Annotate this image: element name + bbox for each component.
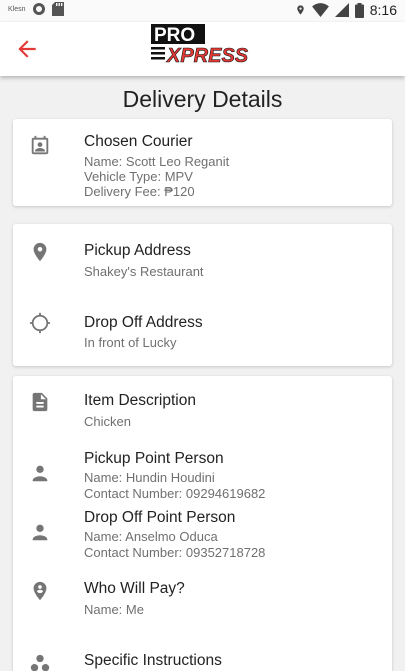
- arrow-left-icon[interactable]: [14, 36, 40, 62]
- document-icon: [32, 392, 48, 412]
- logo-pro-text: PRO: [154, 25, 195, 46]
- courier-vehicle: Vehicle Type: MPV: [84, 169, 193, 184]
- circle-icon: [32, 3, 45, 15]
- dropoff-person-name: Name: Anselmo Oduca: [84, 529, 218, 544]
- dropoff-person-contact: Contact Number: 09352718728: [84, 545, 266, 560]
- pickup-person-name: Name: Hundin Houdini: [84, 470, 215, 485]
- pickup-address-title: Pickup Address: [84, 242, 191, 259]
- bubble-chart-icon: [30, 654, 50, 671]
- proxpress-logo: PRO XPRESS: [151, 24, 249, 66]
- logo-xpress-text: XPRESS: [166, 45, 249, 66]
- carrier-logo-icon: Klesn: [8, 5, 26, 13]
- sd-card-icon: [51, 2, 64, 16]
- person-icon: [32, 465, 48, 482]
- dropoff-address-row[interactable]: Drop Off Address In front of Lucky: [13, 296, 392, 366]
- who-will-pay-row[interactable]: Who Will Pay? Name: Me: [13, 568, 392, 628]
- pickup-person-title: Pickup Point Person: [84, 450, 224, 467]
- app-bar: PRO XPRESS: [0, 22, 405, 76]
- address-card: Pickup Address Shakey's Restaurant Drop …: [13, 224, 392, 366]
- details-card: Item Description Chicken Pickup Point Pe…: [13, 376, 392, 671]
- courier-title: Chosen Courier: [84, 133, 193, 150]
- item-description-value: Chicken: [84, 414, 131, 429]
- dropoff-address-value: In front of Lucky: [84, 335, 177, 350]
- courier-name: Name: Scott Leo Reganit: [84, 154, 230, 169]
- pickup-address-row[interactable]: Pickup Address Shakey's Restaurant: [13, 224, 392, 294]
- specific-instructions-title: Specific Instructions: [84, 652, 222, 669]
- courier-fee: Delivery Fee: ₱120: [84, 184, 195, 199]
- pickup-person-contact: Contact Number: 09294619682: [84, 486, 266, 501]
- wifi-icon: [311, 3, 329, 17]
- chosen-courier-row: Chosen Courier Name: Scott Leo Reganit V…: [13, 119, 392, 206]
- courier-card: Chosen Courier Name: Scott Leo Reganit V…: [13, 119, 392, 206]
- battery-icon: [354, 2, 364, 18]
- pickup-address-value: Shakey's Restaurant: [84, 264, 204, 279]
- item-description-title: Item Description: [84, 392, 196, 409]
- dropoff-address-title: Drop Off Address: [84, 314, 203, 331]
- specific-instructions-row[interactable]: Specific Instructions: [13, 640, 392, 671]
- location-icon: [297, 5, 304, 15]
- dropoff-person-title: Drop Off Point Person: [84, 509, 236, 526]
- dropoff-person-row[interactable]: Drop Off Point Person Name: Anselmo Oduc…: [13, 501, 392, 561]
- who-will-pay-value: Name: Me: [84, 602, 144, 617]
- signal-icon: [334, 3, 349, 17]
- pickup-person-row[interactable]: Pickup Point Person Name: Hundin Houdini…: [13, 442, 392, 502]
- status-time: 8:16: [369, 2, 397, 18]
- item-description-row[interactable]: Item Description Chicken: [13, 376, 392, 438]
- page-title: Delivery Details: [122, 86, 283, 112]
- person-icon: [32, 524, 48, 541]
- who-will-pay-title: Who Will Pay?: [84, 580, 185, 597]
- contact-card-icon: [31, 135, 49, 155]
- status-bar: Klesn 8:16: [0, 0, 405, 22]
- location-pin-icon: [33, 242, 47, 262]
- crosshair-icon: [29, 312, 51, 334]
- person-pin-icon: [33, 581, 47, 601]
